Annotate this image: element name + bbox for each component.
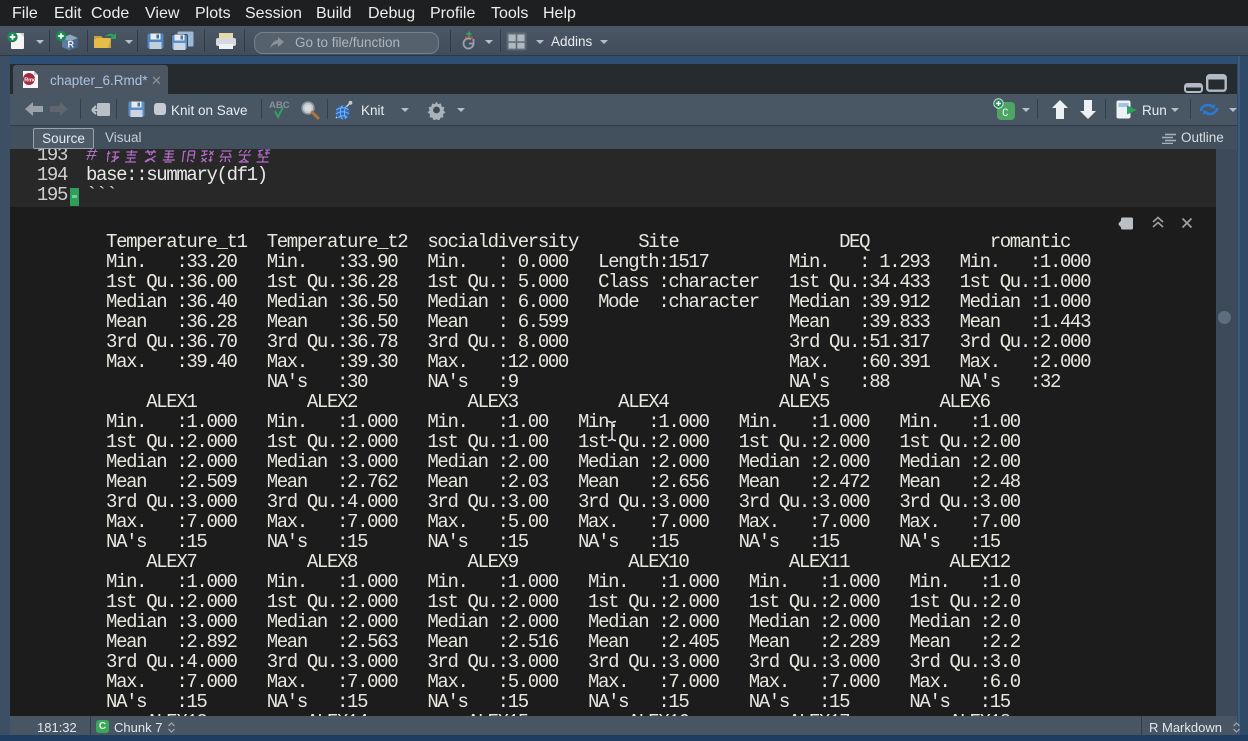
svg-text:Rmd: Rmd <box>24 78 36 84</box>
svg-text:ABC: ABC <box>269 100 290 111</box>
svg-text:R: R <box>68 40 75 50</box>
svg-text:C: C <box>1002 108 1009 120</box>
